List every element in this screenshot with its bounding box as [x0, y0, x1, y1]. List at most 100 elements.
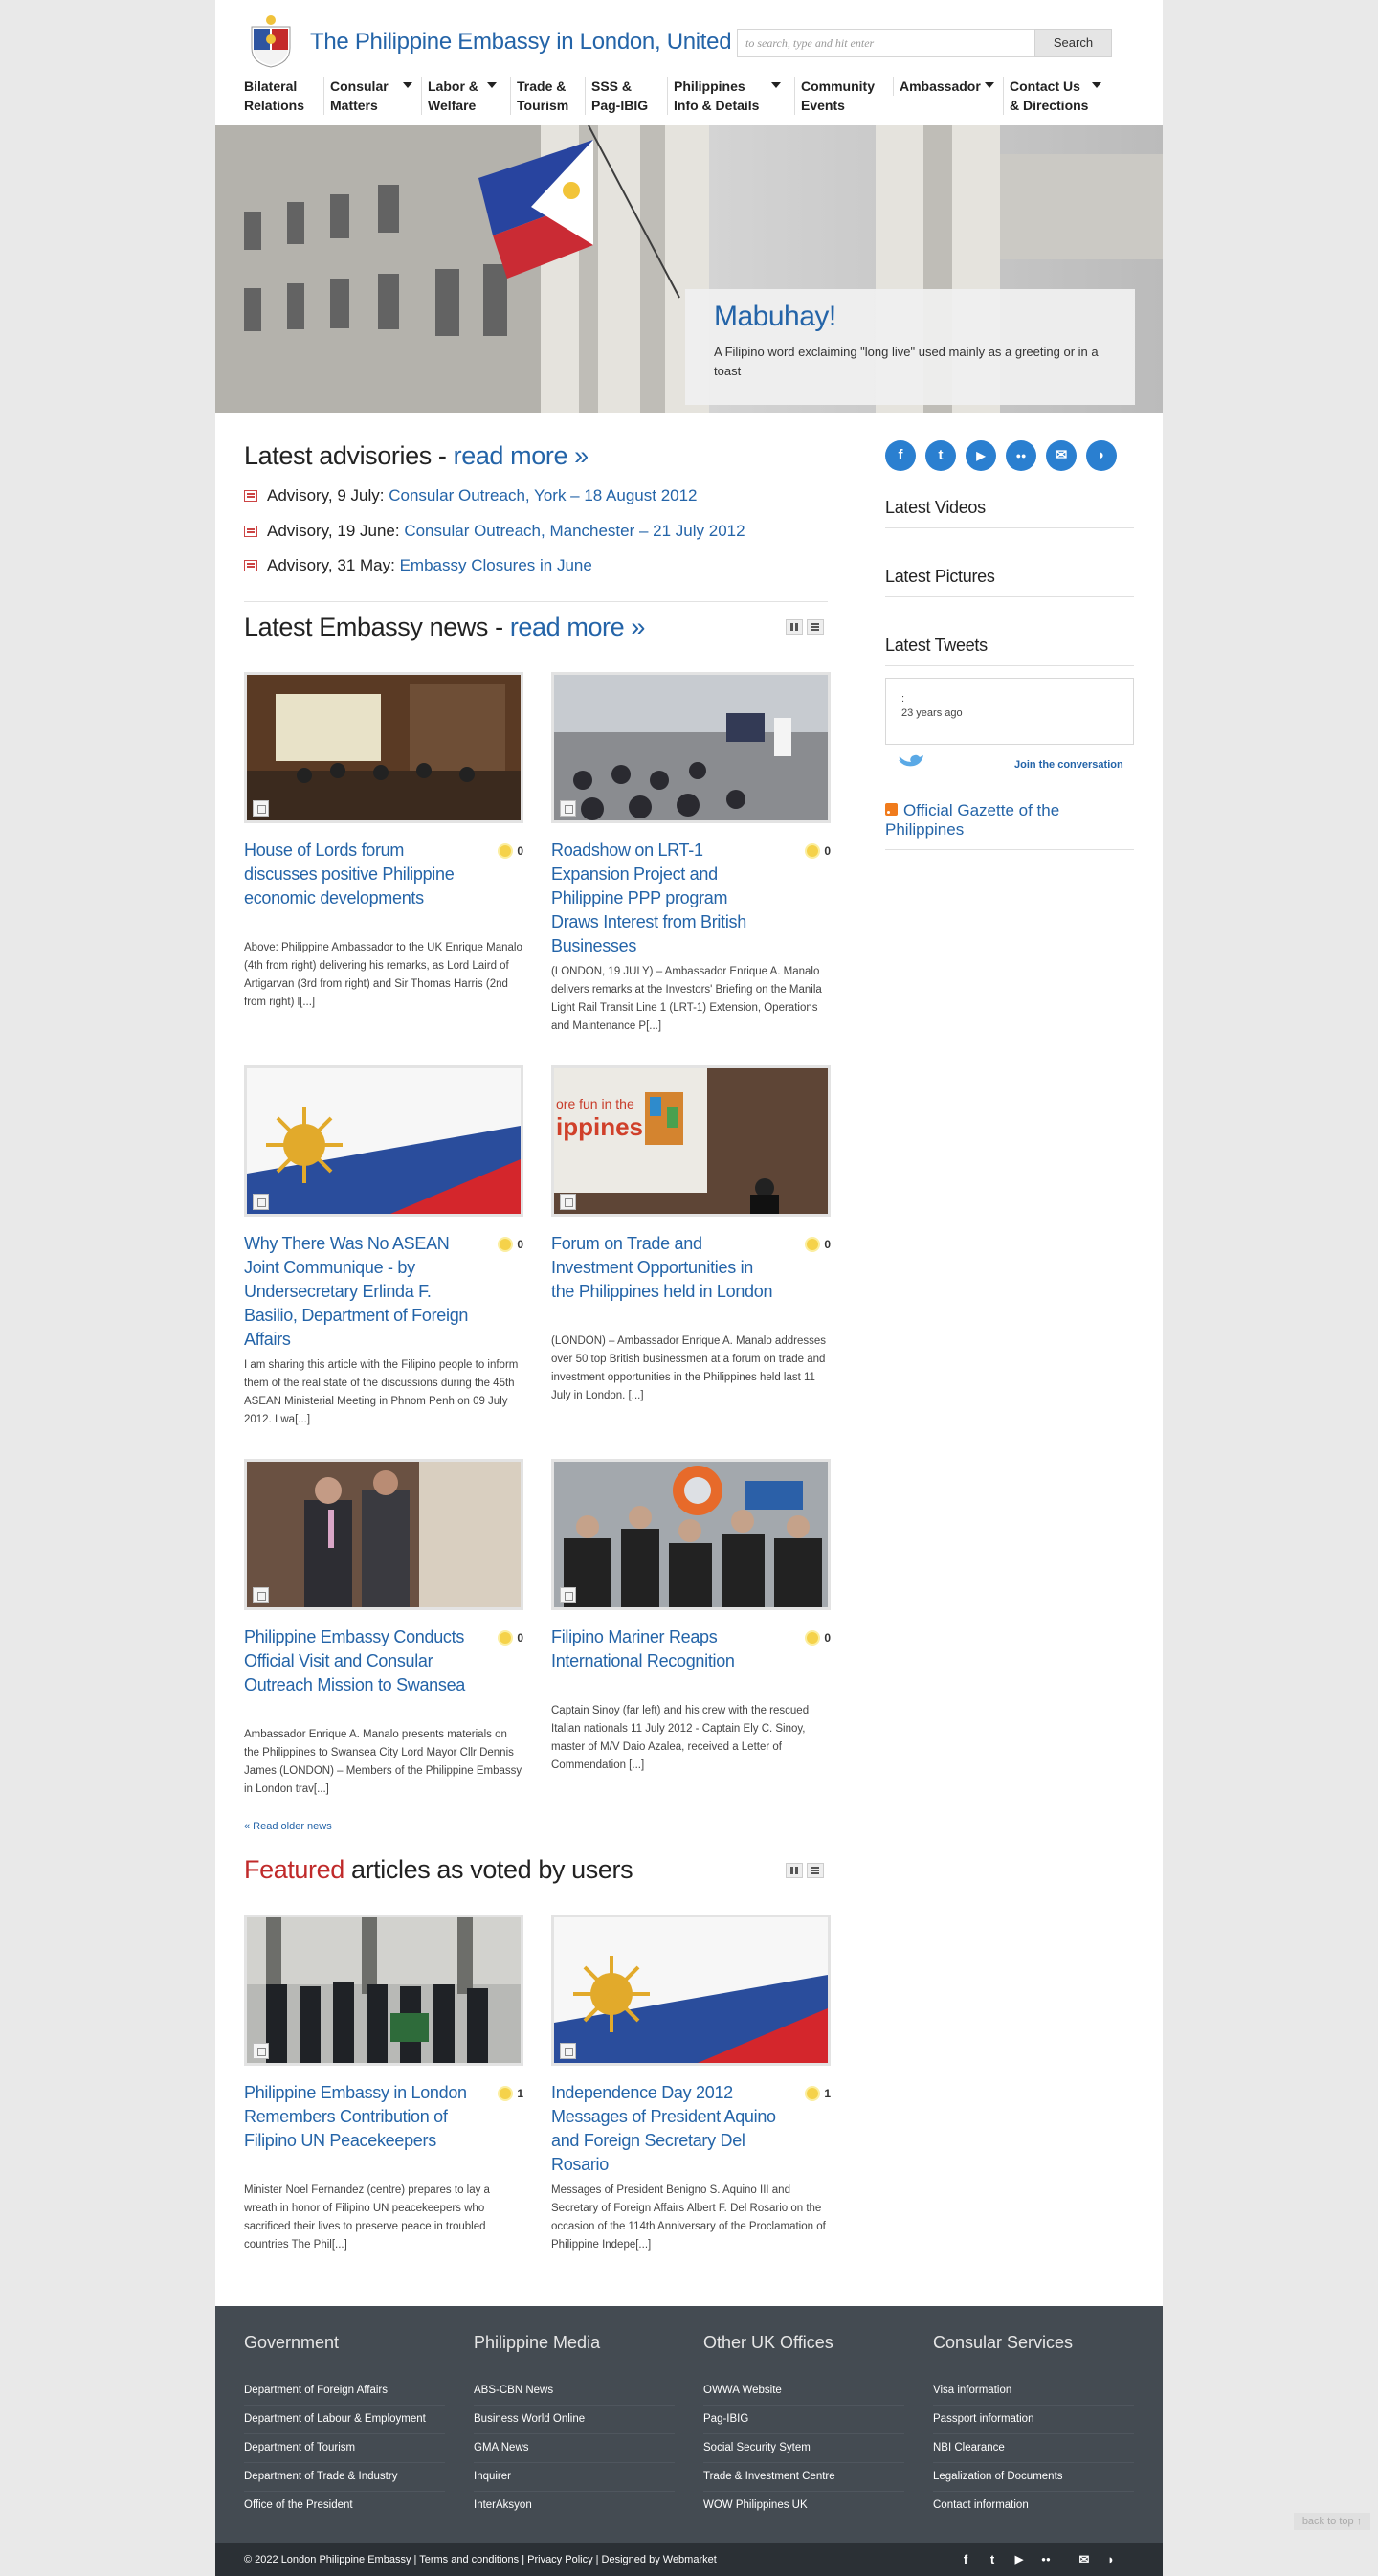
footer-link[interactable]: Contact information: [933, 2492, 1134, 2520]
footer-link[interactable]: Passport information: [933, 2406, 1134, 2434]
news-card-title[interactable]: Why There Was No ASEAN Joint Communique …: [244, 1232, 472, 1352]
featured-view-toggles: [786, 1863, 828, 1878]
vote-count[interactable]: 0: [500, 844, 523, 858]
list-view-icon[interactable]: [807, 619, 824, 635]
news-thumbnail[interactable]: [244, 672, 523, 823]
email-icon[interactable]: ✉: [1046, 440, 1077, 471]
vote-number: 0: [517, 1631, 523, 1645]
vote-count[interactable]: 0: [807, 1238, 831, 1251]
featured-title-accent: Featured: [244, 1855, 344, 1884]
vote-count[interactable]: 1: [807, 2087, 831, 2100]
news-thumbnail[interactable]: [551, 672, 831, 823]
footer-link[interactable]: Business World Online: [474, 2406, 675, 2434]
back-to-top-button[interactable]: back to top ↑: [1294, 2513, 1370, 2530]
nav-bilateral-relations[interactable]: Bilateral Relations: [244, 77, 304, 115]
featured-card-excerpt: Minister Noel Fernandez (centre) prepare…: [244, 2184, 490, 2251]
chevron-down-icon: [771, 82, 781, 88]
news-thumbnail[interactable]: [551, 1459, 831, 1610]
twitter-icon[interactable]: t: [985, 2552, 1000, 2567]
featured-card: Independence Day 2012 Messages of Presid…: [551, 1915, 831, 2251]
nav-label: Contact Us: [1010, 78, 1080, 94]
featured-thumbnail[interactable]: [551, 1915, 831, 2066]
nav-contact-us[interactable]: Contact Us & Directions: [1003, 77, 1101, 115]
youtube-icon[interactable]: ▶: [1011, 2552, 1027, 2567]
footer-link[interactable]: Department of Labour & Employment: [244, 2406, 445, 2434]
nav-community-events[interactable]: Community Events: [794, 77, 875, 115]
read-older-news-link[interactable]: « Read older news: [244, 1821, 332, 1832]
footer-link[interactable]: Trade & Investment Centre: [703, 2463, 904, 2492]
vote-count[interactable]: 0: [500, 1238, 523, 1251]
news-card-title[interactable]: House of Lords forum discusses positive …: [244, 839, 472, 910]
youtube-icon[interactable]: ▶: [966, 440, 996, 471]
latest-tweets-heading: Latest Tweets: [885, 636, 1134, 666]
footer-link[interactable]: Inquirer: [474, 2463, 675, 2492]
peacekeepers-ceremony-photo: [247, 1917, 521, 2063]
nav-sss-pagibig[interactable]: SSS & Pag-IBIG: [585, 77, 648, 115]
nav-label: Welfare: [428, 98, 477, 113]
advisory-link[interactable]: Consular Outreach, York – 18 August 2012: [389, 486, 697, 504]
grid-view-icon[interactable]: [786, 619, 803, 635]
footer-link[interactable]: Visa information: [933, 2377, 1134, 2406]
twitter-icon[interactable]: t: [925, 440, 956, 471]
vote-count[interactable]: 0: [807, 1631, 831, 1645]
flickr-icon[interactable]: ●●: [1038, 2552, 1054, 2567]
copyright-text[interactable]: © 2022 London Philippine Embassy | Terms…: [244, 2554, 717, 2565]
nav-labor-welfare[interactable]: Labor & Welfare: [421, 77, 497, 115]
news-thumbnail[interactable]: [244, 1459, 523, 1610]
news-card-title[interactable]: Philippine Embassy Conducts Official Vis…: [244, 1625, 472, 1697]
email-icon[interactable]: ✉: [1077, 2552, 1092, 2567]
news-read-more-link[interactable]: read more »: [510, 613, 646, 641]
tweet-time[interactable]: 23 years ago: [901, 707, 963, 719]
news-card-title[interactable]: Forum on Trade and Investment Opportunit…: [551, 1232, 779, 1304]
footer-link[interactable]: NBI Clearance: [933, 2434, 1134, 2463]
search-button[interactable]: Search: [1034, 29, 1112, 57]
vote-count[interactable]: 1: [500, 2087, 523, 2100]
footer-link[interactable]: WOW Philippines UK: [703, 2492, 904, 2520]
news-card-title[interactable]: Roadshow on LRT-1 Expansion Project and …: [551, 839, 779, 958]
featured-card-excerpt: Messages of President Benigno S. Aquino …: [551, 2184, 826, 2251]
divider: [244, 601, 828, 602]
vote-count[interactable]: 0: [807, 844, 831, 858]
featured-thumbnail[interactable]: [244, 1915, 523, 2066]
news-card: Filipino Mariner Reaps International Rec…: [551, 1459, 831, 1771]
news-thumbnail[interactable]: [244, 1065, 523, 1217]
footer-link[interactable]: Office of the President: [244, 2492, 445, 2520]
footer-link[interactable]: Department of Trade & Industry: [244, 2463, 445, 2492]
gazette-link[interactable]: Official Gazette of the Philippines: [885, 801, 1134, 850]
nav-label: Ambassador: [900, 78, 981, 94]
nav-philippines-info[interactable]: Philippines Info & Details: [667, 77, 781, 115]
footer-link[interactable]: ABS-CBN News: [474, 2377, 675, 2406]
featured-card-title[interactable]: Philippine Embassy in London Remembers C…: [244, 2081, 472, 2153]
footer-link[interactable]: Department of Foreign Affairs: [244, 2377, 445, 2406]
rss-icon[interactable]: ◗: [1086, 440, 1117, 471]
advisories-read-more-link[interactable]: read more »: [454, 441, 589, 470]
document-icon: [244, 560, 257, 571]
featured-card-title[interactable]: Independence Day 2012 Messages of Presid…: [551, 2081, 779, 2177]
footer-column-media: Philippine Media ABS-CBN News Business W…: [474, 2333, 675, 2520]
footer-link[interactable]: Social Security Sytem: [703, 2434, 904, 2463]
footer-link[interactable]: InterAksyon: [474, 2492, 675, 2520]
nav-ambassador[interactable]: Ambassador: [893, 77, 994, 96]
advisory-link[interactable]: Embassy Closures in June: [400, 556, 592, 574]
footer-link[interactable]: Department of Tourism: [244, 2434, 445, 2463]
rss-icon[interactable]: ◗: [1103, 2552, 1119, 2567]
list-view-icon[interactable]: [807, 1863, 824, 1878]
nav-trade-tourism[interactable]: Trade & Tourism: [510, 77, 568, 115]
news-card-title[interactable]: Filipino Mariner Reaps International Rec…: [551, 1625, 779, 1673]
footer-link[interactable]: Pag-IBIG: [703, 2406, 904, 2434]
news-thumbnail[interactable]: ore fun in the ippines: [551, 1065, 831, 1217]
flickr-icon[interactable]: ●●: [1006, 440, 1036, 471]
nav-consular-matters[interactable]: Consular Matters: [323, 77, 412, 115]
embassy-seal-logo[interactable]: [246, 11, 296, 69]
join-conversation-link[interactable]: Join the conversation: [1014, 759, 1123, 771]
facebook-icon[interactable]: f: [958, 2552, 973, 2567]
grid-view-icon[interactable]: [786, 1863, 803, 1878]
search-input[interactable]: to search, type and hit enter: [737, 29, 1038, 57]
nav-label: Bilateral: [244, 78, 298, 94]
vote-count[interactable]: 0: [500, 1631, 523, 1645]
footer-link[interactable]: GMA News: [474, 2434, 675, 2463]
facebook-icon[interactable]: f: [885, 440, 916, 471]
footer-link[interactable]: OWWA Website: [703, 2377, 904, 2406]
advisory-link[interactable]: Consular Outreach, Manchester – 21 July …: [404, 522, 745, 540]
footer-link[interactable]: Legalization of Documents: [933, 2463, 1134, 2492]
